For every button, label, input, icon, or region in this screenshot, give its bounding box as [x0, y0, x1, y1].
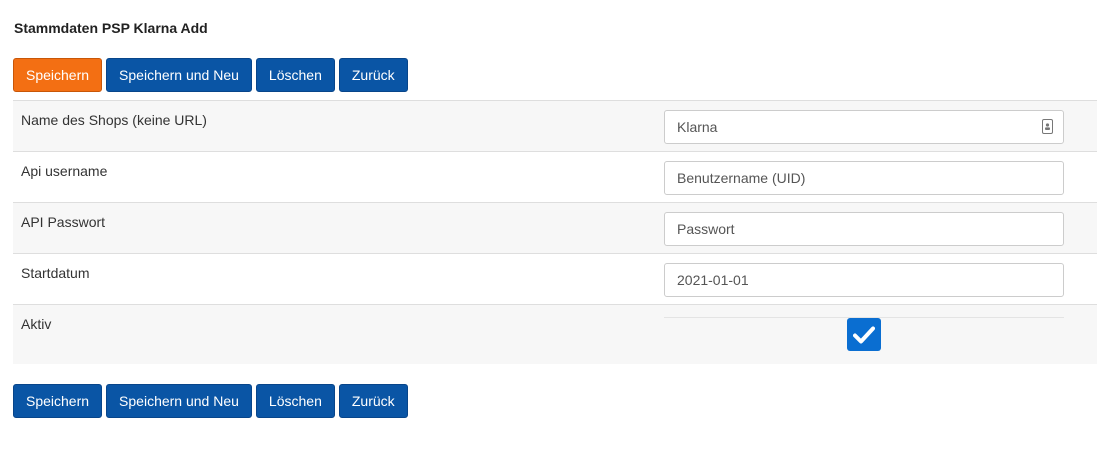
form-row-shop-name: Name des Shops (keine URL): [13, 100, 1097, 151]
contact-card-icon[interactable]: [1042, 119, 1053, 134]
api-username-label: Api username: [21, 163, 108, 179]
shop-name-input[interactable]: [664, 110, 1064, 144]
page-title: Stammdaten PSP Klarna Add: [14, 20, 208, 36]
api-username-input[interactable]: [664, 161, 1064, 195]
contact-card-icon-glyph: [1045, 123, 1050, 130]
start-date-input[interactable]: [664, 263, 1064, 297]
save-and-new-button-bottom[interactable]: Speichern und Neu: [106, 384, 252, 418]
checkmark-icon: [853, 326, 875, 343]
settings-form: Name des Shops (keine URL) Api username …: [13, 100, 1097, 364]
delete-button-bottom[interactable]: Löschen: [255, 384, 335, 418]
active-checkbox[interactable]: [847, 318, 881, 351]
form-row-start-date: Startdatum: [13, 253, 1097, 304]
delete-button[interactable]: Löschen: [255, 58, 335, 92]
back-button[interactable]: Zurück: [338, 58, 408, 92]
save-and-new-button[interactable]: Speichern und Neu: [106, 58, 252, 92]
top-toolbar: Speichern Speichern und Neu Löschen Zurü…: [13, 58, 408, 92]
active-label: Aktiv: [21, 316, 52, 332]
start-date-label: Startdatum: [21, 265, 90, 281]
save-button-bottom[interactable]: Speichern: [13, 384, 103, 418]
form-row-api-password: API Passwort: [13, 202, 1097, 253]
api-password-label: API Passwort: [21, 214, 106, 230]
back-button-bottom[interactable]: Zurück: [338, 384, 408, 418]
form-row-api-username: Api username: [13, 151, 1097, 202]
save-button[interactable]: Speichern: [13, 58, 103, 92]
bottom-toolbar: Speichern Speichern und Neu Löschen Zurü…: [13, 384, 408, 418]
api-password-input[interactable]: [664, 212, 1064, 246]
form-row-active: Aktiv: [13, 304, 1097, 364]
shop-name-label: Name des Shops (keine URL): [21, 112, 207, 128]
